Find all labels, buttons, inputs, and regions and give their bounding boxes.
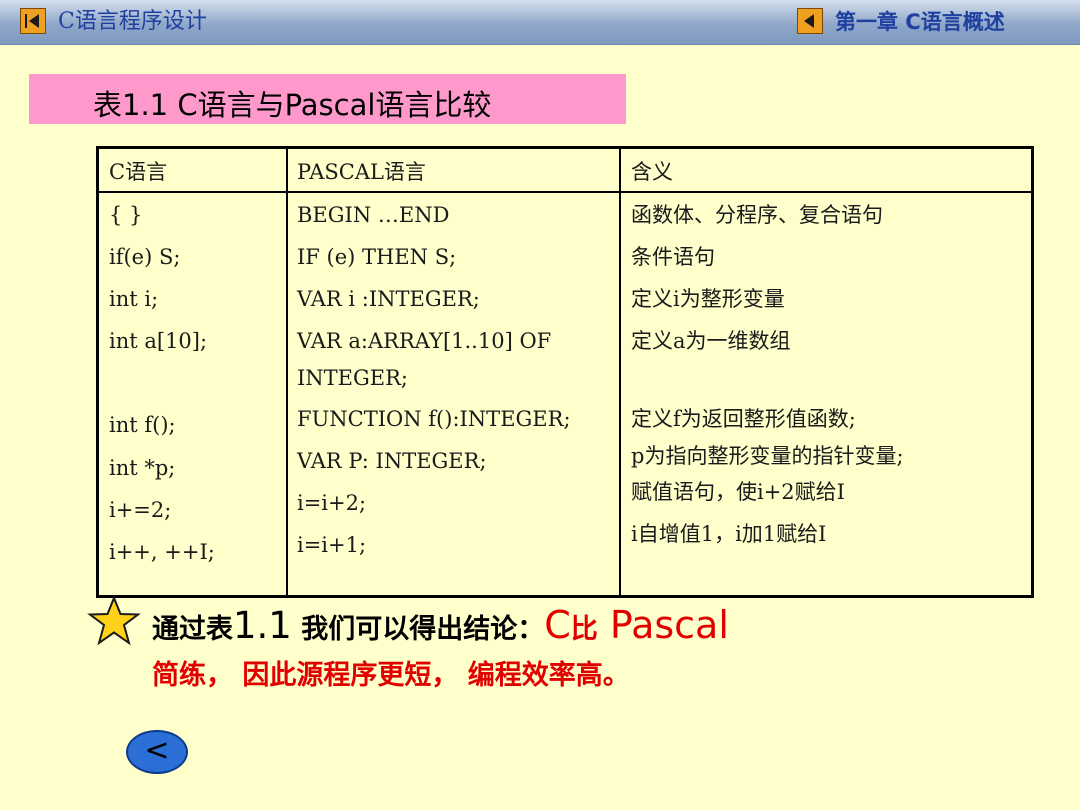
course-title: C语言程序设计 [58, 9, 207, 34]
meaning-cell: i自增值1，i加1赋给I [631, 522, 827, 546]
header-meaning: 含义 [631, 160, 673, 184]
back-button[interactable]: < [126, 730, 188, 774]
pascal-cell: VAR P: INTEGER; [297, 449, 487, 473]
chapter-back-icon[interactable] [797, 8, 823, 34]
prev-icon-triangle [29, 14, 39, 28]
conclusion-bi: 比 [570, 614, 598, 645]
meaning-cell: 定义i为整形变量 [631, 287, 785, 311]
meaning-cell: 定义a为一维数组 [631, 329, 791, 353]
pascal-cell: i=i+2; [297, 491, 367, 515]
star-icon [87, 596, 141, 646]
meaning-cell: 定义f为返回整形值函数; [631, 407, 856, 431]
c-cell: int i; [109, 287, 159, 311]
pascal-cell: FUNCTION f():INTEGER; [297, 407, 571, 431]
prev-icon-bar [25, 14, 27, 28]
conclusion-pascal: Pascal [597, 603, 729, 647]
header-c: C语言 [109, 160, 168, 184]
conclusion-line-1: 通过表1.1 我们可以得出结论：C比 Pascal [152, 600, 729, 655]
meaning-cell: 条件语句 [631, 245, 715, 269]
c-cell: i+=2; [109, 498, 172, 522]
pascal-cell: i=i+1; [297, 533, 367, 557]
meaning-cell: 函数体、分程序、复合语句 [631, 203, 883, 227]
chapter-back-icon-triangle [804, 14, 814, 28]
header-divider [99, 191, 1031, 193]
prev-icon[interactable] [20, 8, 46, 34]
pascal-cell: VAR i :INTEGER; [297, 287, 480, 311]
c-cell: if(e) S; [109, 245, 181, 269]
c-cell: { } [109, 203, 143, 227]
column-divider-1 [286, 149, 288, 595]
pascal-cell: IF (e) THEN S; [297, 245, 457, 269]
table-caption: 表1.1 C语言与Pascal语言比较 [29, 74, 626, 124]
chapter-title: 第一章 C语言概述 [835, 10, 1005, 34]
c-cell: int a[10]; [109, 329, 208, 353]
table-caption-text: 表1.1 C语言与Pascal语言比较 [93, 88, 492, 122]
conclusion-mid: 我们可以得出结论： [291, 614, 545, 645]
top-bar: C语言程序设计 第一章 C语言概述 [0, 0, 1080, 45]
column-divider-2 [619, 149, 621, 595]
pascal-cell: BEGIN …END [297, 203, 450, 227]
c-cell: int *p; [109, 456, 176, 480]
meaning-cell: 赋值语句，使i+2赋给I [631, 480, 845, 504]
conclusion-table-number: 1.1 [233, 604, 292, 647]
meaning-cell: p为指向整形变量的指针变量; [631, 444, 904, 468]
comparison-table: C语言 PASCAL语言 含义 { } if(e) S; int i; int … [96, 146, 1034, 598]
c-cell: i++, ++I; [109, 540, 215, 564]
header-pascal: PASCAL语言 [297, 160, 426, 184]
c-cell: int f(); [109, 413, 176, 437]
conclusion-prefix: 通过表 [152, 614, 233, 645]
pascal-cell: INTEGER; [297, 366, 408, 390]
conclusion-line-2: 简练， 因此源程序更短， 编程效率高。 [152, 660, 630, 691]
conclusion-c: C [544, 603, 571, 647]
pascal-cell: VAR a:ARRAY[1..10] OF [297, 329, 552, 353]
